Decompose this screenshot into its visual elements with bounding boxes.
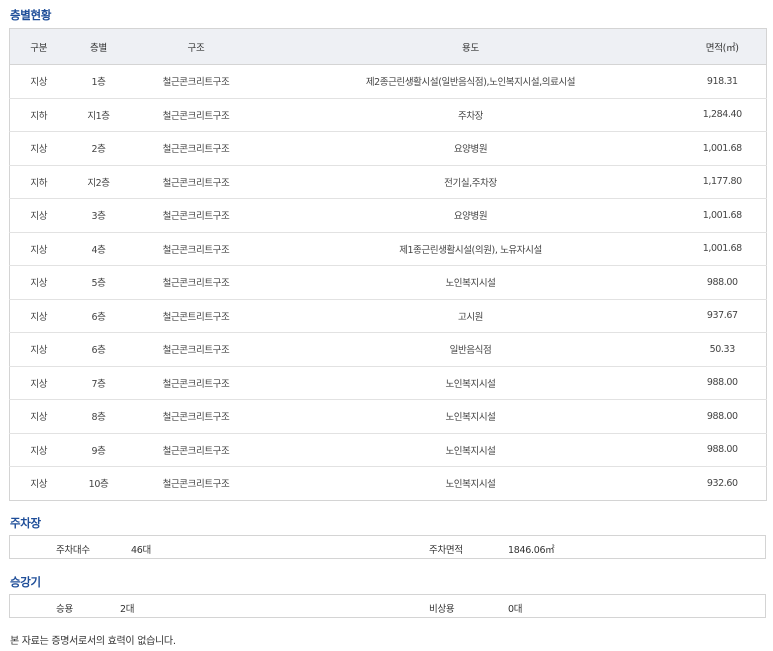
parking-area-label: 주차면적	[429, 545, 463, 556]
table-row: 지하 지2층 철근콘크리트구조 전기실,주차장 1,177.80	[9, 165, 767, 199]
cell-structure: 철근콘크리트구조	[129, 198, 263, 233]
cell-floor: 9층	[67, 433, 130, 467]
parking-count-label: 주차대수	[56, 545, 90, 556]
cell-floor: 6층	[67, 332, 130, 367]
cell-floor: 지2층	[67, 165, 130, 199]
table-header-row: 구분 층별 구조 용도 면적(㎡)	[9, 28, 767, 65]
cell-usage: 노인복지시설	[262, 366, 679, 400]
cell-area: 932.60	[706, 477, 738, 489]
elevator-passenger-value: 2대	[120, 604, 135, 615]
cell-usage: 노인복지시설	[445, 479, 496, 491]
cell-division: 지상	[9, 232, 68, 266]
table-row: 지상 6층 철근콘크리트구조 일반음식점 50.33	[9, 332, 767, 367]
cell-structure: 철근콘크리트구조	[129, 64, 263, 99]
cell-division: 지상	[9, 332, 68, 367]
cell-structure: 철근콘크리트구조	[129, 366, 263, 400]
cell-floor: 1층	[67, 64, 130, 99]
table-row: 지상 6층 철근콘트리트구조 고시원 937.67	[9, 299, 767, 333]
cell-structure: 철근콘트리트구조	[129, 299, 263, 333]
cell-division: 지상	[9, 198, 68, 233]
parking-area-value: 1846.06㎡	[508, 545, 555, 556]
cell-division: 지하	[9, 98, 68, 132]
cell-usage: 일반음식점	[262, 332, 679, 367]
cell-structure: 철근콘크리트구조	[129, 332, 263, 367]
cell-usage: 전기실,주차장	[262, 165, 679, 199]
floor-status-table: 구분 층별 구조 용도 면적(㎡) 지상 1층 철근콘크리트구조 제2종근린생활시설(…	[9, 28, 767, 501]
cell-structure: 철근콘크리트구조	[129, 433, 263, 467]
cell-area: 1,177.80	[678, 165, 767, 199]
cell-structure: 철근콘크리트구조	[129, 98, 263, 132]
cell-structure: 철근콘크리트구조	[162, 479, 230, 491]
cell-division: 지상	[9, 433, 68, 467]
cell-area: 988.00	[678, 366, 767, 400]
elevator-emergency-label: 비상용	[429, 604, 455, 615]
cell-usage: 요양병원	[262, 131, 679, 166]
cell-division: 지상	[30, 479, 48, 491]
elevator-passenger-label: 승용	[56, 604, 73, 615]
cell-area: 918.31	[678, 64, 767, 99]
cell-usage: 주차장	[262, 98, 679, 132]
floor-status-title: 층별현황	[10, 8, 52, 22]
cell-division: 지상	[9, 265, 68, 300]
cell-floor: 지1층	[67, 98, 130, 132]
parking-count-value: 46대	[131, 545, 151, 556]
table-row: 지상 4층 철근콘크리트구조 제1종근린생활시설(의원), 노유자시설 1,001.68	[9, 232, 767, 266]
cell-area: 988.00	[678, 265, 767, 300]
table-row: 지상 2층 철근콘크리트구조 요양병원 1,001.68	[9, 131, 767, 166]
cell-area: 1,284.40	[678, 98, 767, 132]
header-division: 구분	[9, 28, 68, 65]
disclaimer-text: 본 자료는 증명서로서의 효력이 없습니다.	[10, 636, 176, 647]
table-row: 지상 9층 철근콘크리트구조 노인복지시설 988.00	[9, 433, 767, 467]
cell-division: 지상	[9, 299, 68, 333]
cell-division: 지상	[9, 64, 68, 99]
cell-area: 988.00	[678, 433, 767, 467]
cell-floor: 3층	[67, 198, 130, 233]
elevator-emergency-value: 0대	[508, 604, 523, 615]
header-area: 면적(㎡)	[678, 28, 767, 65]
cell-area: 1,001.68	[678, 232, 767, 266]
cell-floor: 5층	[67, 265, 130, 300]
cell-floor: 10층	[88, 479, 109, 491]
cell-area: 988.00	[678, 399, 767, 434]
cell-division: 지상	[9, 399, 68, 434]
cell-usage: 노인복지시설	[262, 265, 679, 300]
cell-area: 1,001.68	[678, 131, 767, 166]
cell-structure: 철근콘크리트구조	[129, 265, 263, 300]
cell-structure: 철근콘크리트구조	[129, 165, 263, 199]
cell-area: 50.33	[678, 332, 767, 367]
table-row: 지상 5층 철근콘크리트구조 노인복지시설 988.00	[9, 265, 767, 300]
cell-floor: 2층	[67, 131, 130, 166]
elevator-title: 승강기	[10, 575, 41, 589]
cell-area: 937.67	[678, 299, 767, 333]
elevator-info-box: 승용 2대 비상용 0대	[9, 594, 766, 618]
table-row: 지상 7층 철근콘크리트구조 노인복지시설 988.00	[9, 366, 767, 400]
header-floor: 층별	[67, 28, 130, 65]
cell-floor: 6층	[67, 299, 130, 333]
cell-structure: 철근콘크리트구조	[129, 399, 263, 434]
cell-usage: 노인복지시설	[262, 433, 679, 467]
cell-structure: 철근콘크리트구조	[129, 232, 263, 266]
cell-floor: 4층	[67, 232, 130, 266]
cell-structure: 철근콘크리트구조	[129, 131, 263, 166]
parking-info-box: 주차대수 46대 주차면적 1846.06㎡	[9, 535, 766, 559]
table-row: 지상 3층 철근콘크리트구조 요양병원 1,001.68	[9, 198, 767, 233]
cell-division: 지상	[9, 366, 68, 400]
cell-division: 지상	[9, 131, 68, 166]
cell-usage: 고시원	[262, 299, 679, 333]
table-row: 지상 10층 철근콘크리트구조 노인복지시설 932.60	[10, 467, 767, 501]
cell-area: 1,001.68	[678, 198, 767, 233]
parking-title: 주차장	[10, 516, 41, 530]
cell-usage: 제2종근린생활시설(일반음식점),노인복지시설,의료시설	[262, 64, 679, 99]
cell-floor: 7층	[67, 366, 130, 400]
cell-division: 지하	[9, 165, 68, 199]
table-row: 지상 1층 철근콘크리트구조 제2종근린생활시설(일반음식점),노인복지시설,의료시설…	[9, 64, 767, 99]
cell-floor: 8층	[67, 399, 130, 434]
cell-usage: 제1종근린생활시설(의원), 노유자시설	[262, 232, 679, 266]
cell-usage: 노인복지시설	[262, 399, 679, 434]
header-usage: 용도	[262, 28, 679, 65]
header-structure: 구조	[129, 28, 263, 65]
table-row: 지상 8층 철근콘크리트구조 노인복지시설 988.00	[9, 399, 767, 434]
cell-usage: 요양병원	[262, 198, 679, 233]
table-row: 지하 지1층 철근콘크리트구조 주차장 1,284.40	[9, 98, 767, 132]
